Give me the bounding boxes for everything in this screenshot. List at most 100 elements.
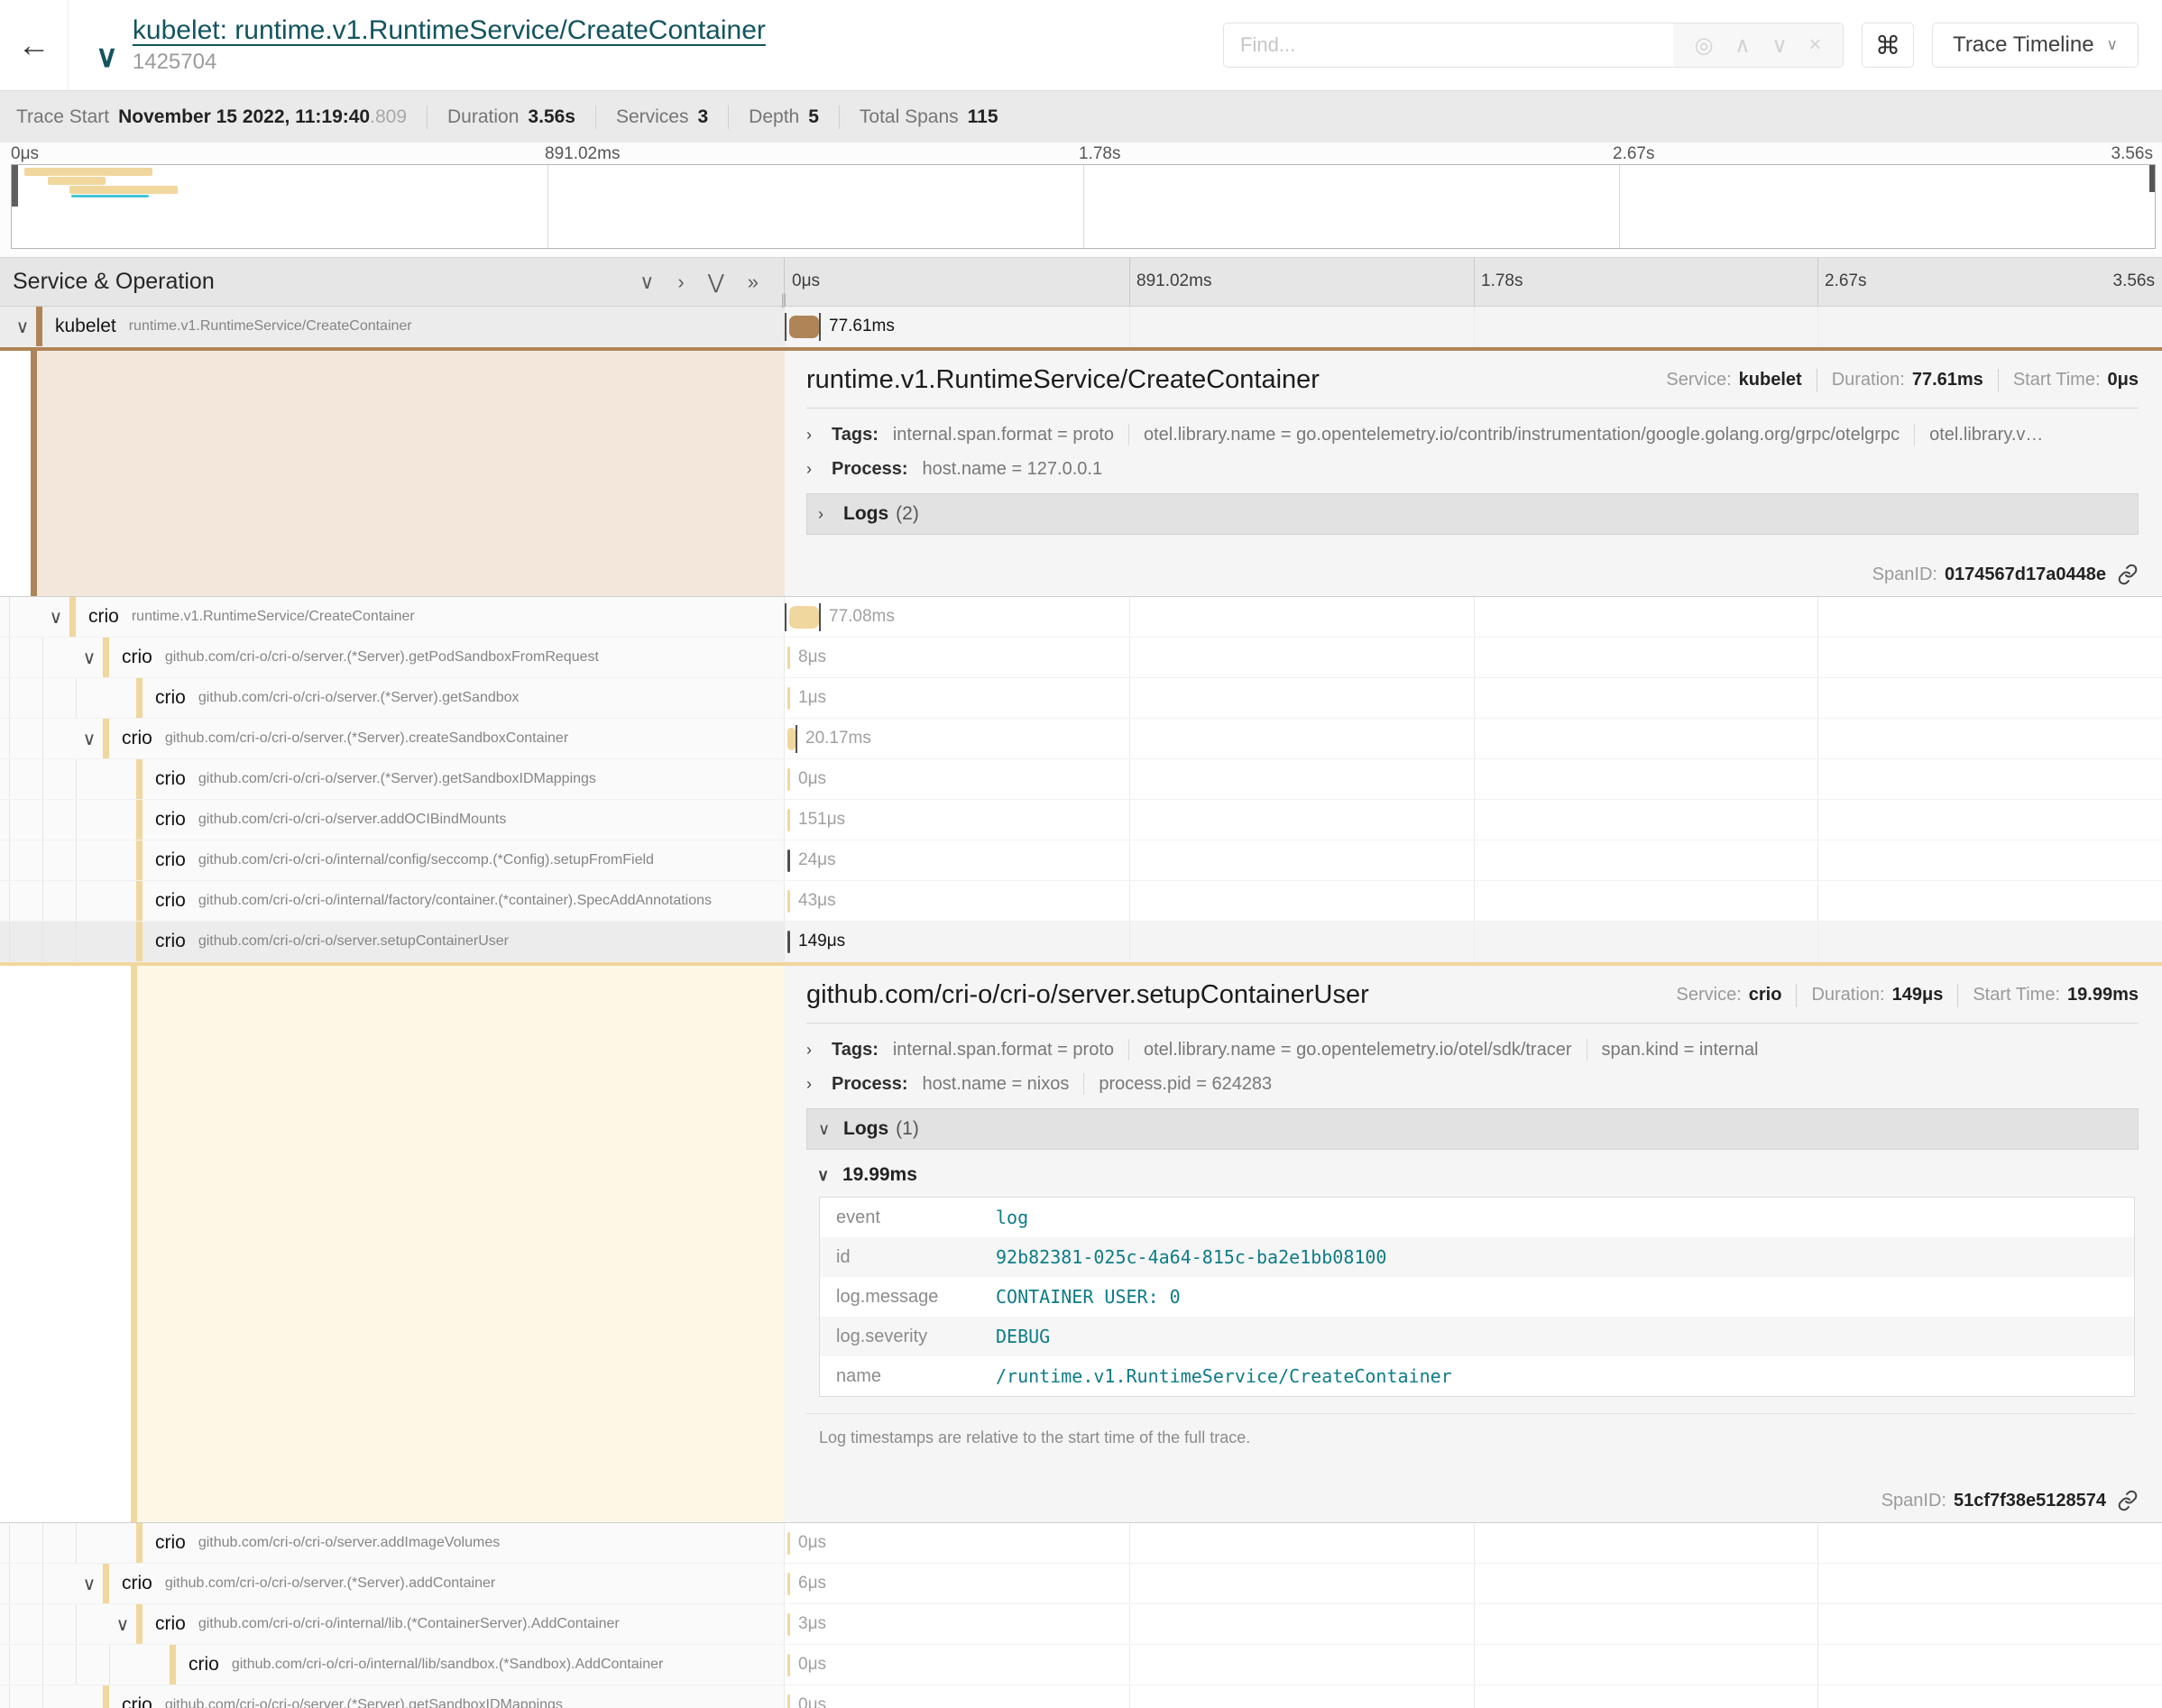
span-name-cell[interactable]: criogithub.com/cri-o/cri-o/server.(*Serv… [0, 1685, 785, 1708]
span-row[interactable]: ∨crioruntime.v1.RuntimeService/CreateCon… [0, 597, 2162, 638]
minimap-drag-handle-left[interactable] [12, 165, 18, 207]
chevron-down-icon[interactable]: ∨ [9, 316, 36, 338]
span-timeline-cell[interactable]: 77.61ms [785, 307, 2162, 346]
tags-accordion[interactable]: › Tags: internal.span.format = protootel… [806, 418, 2139, 452]
span-timeline-cell[interactable]: 6μs [785, 1564, 2162, 1603]
chevron-down-icon[interactable]: ∨ [109, 1613, 136, 1636]
span-row[interactable]: criogithub.com/cri-o/cri-o/internal/conf… [0, 840, 2162, 881]
span-row[interactable]: criogithub.com/cri-o/cri-o/server.setupC… [0, 922, 2162, 962]
tags-accordion[interactable]: › Tags: internal.span.format = protootel… [806, 1033, 2139, 1067]
span-duration-bar[interactable] [787, 890, 790, 913]
span-timeline-cell[interactable]: 24μs [785, 840, 2162, 880]
span-name-cell[interactable]: criogithub.com/cri-o/cri-o/server.addOCI… [0, 800, 785, 840]
span-duration-bar[interactable] [787, 1654, 790, 1676]
span-row[interactable]: criogithub.com/cri-o/cri-o/server.(*Serv… [0, 759, 2162, 800]
span-timeline-cell[interactable]: 0μs [785, 759, 2162, 799]
span-timeline-cell[interactable]: 77.08ms [785, 597, 2162, 637]
span-row[interactable]: criogithub.com/cri-o/cri-o/internal/fact… [0, 881, 2162, 922]
chevron-down-icon[interactable]: ∨ [76, 728, 103, 750]
expand-one-icon[interactable]: › [677, 271, 684, 294]
timeline-gridline [1817, 597, 1818, 637]
span-duration-bar[interactable] [787, 687, 790, 710]
span-name-cell[interactable]: ∨criogithub.com/cri-o/cri-o/server.(*Ser… [0, 719, 785, 758]
span-timeline-cell[interactable]: 149μs [785, 922, 2162, 961]
locate-icon[interactable]: ◎ [1695, 32, 1714, 59]
span-timeline-cell[interactable]: 0μs [785, 1685, 2162, 1708]
trace-title-link[interactable]: kubelet: runtime.v1.RuntimeService/Creat… [133, 15, 766, 46]
span-name-cell[interactable]: criogithub.com/cri-o/cri-o/internal/lib/… [0, 1645, 785, 1685]
start-time-label: Start Time: [1973, 985, 2060, 1006]
log-entry-accordion[interactable]: ∨ 19.99ms [806, 1150, 2139, 1197]
span-name-cell[interactable]: ∨kubeletruntime.v1.RuntimeService/Create… [0, 307, 785, 346]
span-row[interactable]: criogithub.com/cri-o/cri-o/server.addIma… [0, 1523, 2162, 1564]
collapse-one-icon[interactable]: ∨ [639, 271, 654, 294]
span-timeline-cell[interactable]: 0μs [785, 1645, 2162, 1685]
next-match-icon[interactable]: ∨ [1771, 32, 1788, 59]
span-duration-bar[interactable] [789, 316, 819, 338]
chevron-down-icon[interactable]: ∨ [76, 1573, 103, 1595]
timeline-gridline [1129, 638, 1130, 677]
span-timeline-cell[interactable]: 3μs [785, 1604, 2162, 1644]
span-name-cell[interactable]: ∨criogithub.com/cri-o/cri-o/server.(*Ser… [0, 638, 785, 677]
span-name-cell[interactable]: criogithub.com/cri-o/cri-o/server.(*Serv… [0, 678, 785, 718]
span-duration-bar[interactable] [787, 1532, 790, 1555]
keyboard-shortcuts-button[interactable]: ⌘ [1862, 23, 1914, 68]
clear-search-icon[interactable]: × [1808, 32, 1821, 58]
trace-minimap[interactable]: 0μs891.02ms1.78s2.67s3.56s [0, 142, 2162, 257]
span-timeline-cell[interactable]: 20.17ms [785, 719, 2162, 758]
span-duration-bar[interactable] [787, 1694, 790, 1708]
process-accordion[interactable]: › Process: host.name = 127.0.0.1 [806, 452, 2139, 486]
chevron-down-icon[interactable]: ∨ [76, 647, 103, 669]
span-name-cell[interactable]: ∨crioruntime.v1.RuntimeService/CreateCon… [0, 597, 785, 637]
span-duration-bar[interactable] [787, 931, 790, 953]
expand-all-icon[interactable]: » [748, 271, 759, 294]
timeline-gridline [1474, 800, 1475, 840]
chevron-down-icon: ∨ [817, 1166, 842, 1185]
span-duration-bar[interactable] [787, 809, 790, 831]
logs-accordion[interactable]: ∨ Logs (1) [806, 1108, 2139, 1150]
service-value: kubelet [1739, 370, 1802, 390]
span-duration-bar[interactable] [787, 1573, 790, 1595]
logs-accordion[interactable]: › Logs (2) [806, 493, 2139, 535]
collapse-all-icon[interactable]: ⋁ [708, 271, 724, 294]
link-icon[interactable] [2117, 564, 2139, 585]
span-duration-bar[interactable] [787, 728, 796, 750]
span-duration-bar[interactable] [787, 1613, 790, 1636]
span-name-cell[interactable]: criogithub.com/cri-o/cri-o/internal/fact… [0, 881, 785, 921]
span-duration-bar[interactable] [789, 606, 819, 629]
minimap-drag-handle-right[interactable] [2149, 165, 2155, 192]
span-row[interactable]: ∨criogithub.com/cri-o/cri-o/server.(*Ser… [0, 638, 2162, 678]
span-name-cell[interactable]: criogithub.com/cri-o/cri-o/internal/conf… [0, 840, 785, 880]
span-row[interactable]: criogithub.com/cri-o/cri-o/internal/lib/… [0, 1645, 2162, 1685]
link-icon[interactable] [2117, 1490, 2139, 1511]
span-name-cell[interactable]: criogithub.com/cri-o/cri-o/server.(*Serv… [0, 759, 785, 799]
trace-view-selector[interactable]: Trace Timeline ∨ [1932, 23, 2139, 68]
span-name-cell[interactable]: ∨criogithub.com/cri-o/cri-o/server.(*Ser… [0, 1564, 785, 1603]
span-row[interactable]: ∨criogithub.com/cri-o/cri-o/server.(*Ser… [0, 1564, 2162, 1604]
span-color-accent [31, 351, 37, 596]
span-row[interactable]: ∨kubeletruntime.v1.RuntimeService/Create… [0, 307, 2162, 347]
span-row[interactable]: ∨criogithub.com/cri-o/cri-o/server.(*Ser… [0, 719, 2162, 759]
span-timeline-cell[interactable]: 8μs [785, 638, 2162, 677]
span-name-cell[interactable]: criogithub.com/cri-o/cri-o/server.addIma… [0, 1523, 785, 1563]
minimap-canvas[interactable] [11, 164, 2156, 249]
span-row[interactable]: criogithub.com/cri-o/cri-o/server.(*Serv… [0, 678, 2162, 719]
find-input[interactable] [1224, 23, 1673, 67]
span-name-cell[interactable]: criogithub.com/cri-o/cri-o/server.setupC… [0, 922, 785, 961]
span-timeline-cell[interactable]: 1μs [785, 678, 2162, 718]
span-row[interactable]: criogithub.com/cri-o/cri-o/server.addOCI… [0, 800, 2162, 840]
back-button[interactable]: ← [0, 0, 69, 90]
span-duration-bar[interactable] [787, 768, 790, 791]
process-accordion[interactable]: › Process: host.name = nixosprocess.pid … [806, 1067, 2139, 1101]
span-duration-bar[interactable] [787, 849, 790, 872]
span-row[interactable]: ∨criogithub.com/cri-o/cri-o/internal/lib… [0, 1604, 2162, 1645]
chevron-down-icon[interactable]: ∨ [42, 606, 69, 629]
span-timeline-cell[interactable]: 43μs [785, 881, 2162, 921]
span-name-cell[interactable]: ∨criogithub.com/cri-o/cri-o/internal/lib… [0, 1604, 785, 1644]
chevron-down-icon[interactable]: ∨ [96, 39, 118, 75]
prev-match-icon[interactable]: ∧ [1734, 32, 1751, 59]
span-duration-bar[interactable] [787, 647, 790, 669]
span-row[interactable]: criogithub.com/cri-o/cri-o/server.(*Serv… [0, 1685, 2162, 1708]
span-timeline-cell[interactable]: 0μs [785, 1523, 2162, 1563]
span-timeline-cell[interactable]: 151μs [785, 800, 2162, 840]
